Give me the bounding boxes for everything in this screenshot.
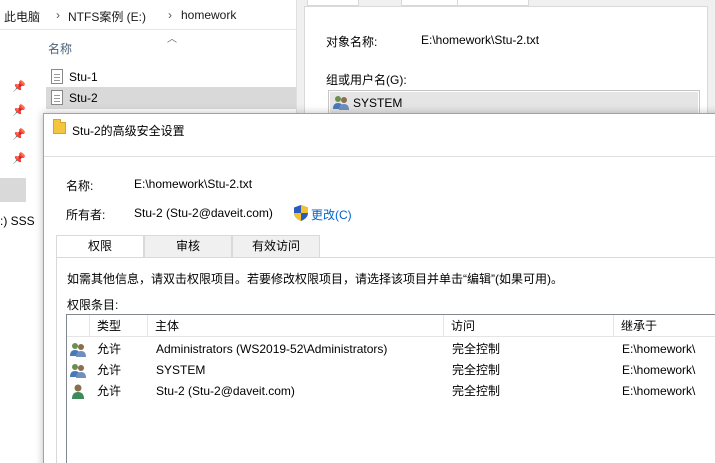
tab-permissions[interactable]: 权限 bbox=[56, 235, 144, 259]
change-link-label: 更改(C) bbox=[311, 208, 352, 222]
list-item-system[interactable]: SYSTEM bbox=[330, 92, 698, 113]
dialog-title: Stu-2的高级安全设置 bbox=[72, 124, 185, 138]
column-header-inherited-from[interactable]: 继承于 bbox=[614, 315, 715, 337]
pin-icon[interactable]: 📌 bbox=[12, 80, 26, 93]
file-row-stu-1[interactable]: Stu-1 bbox=[46, 66, 296, 88]
column-header-access[interactable]: 访问 bbox=[444, 315, 614, 337]
table-row[interactable]: 允许 Administrators (WS2019-52\Administrat… bbox=[67, 339, 715, 360]
entry-access: 完全控制 bbox=[452, 363, 501, 377]
entry-access: 完全控制 bbox=[452, 384, 501, 398]
pin-icon[interactable]: 📌 bbox=[12, 128, 26, 141]
user-name: SYSTEM bbox=[353, 96, 403, 110]
name-label: 名称: bbox=[66, 179, 94, 193]
breadcrumb-drive[interactable]: NTFS案例 (E:) bbox=[68, 8, 146, 25]
entry-type: 允许 bbox=[97, 384, 122, 398]
pin-icon[interactable]: 📌 bbox=[12, 104, 26, 117]
group-icon bbox=[70, 343, 86, 357]
advanced-security-dialog: Stu-2的高级安全设置 名称: E:\homework\Stu-2.txt 所… bbox=[43, 113, 715, 463]
dialog-titlebar[interactable]: Stu-2的高级安全设置 bbox=[44, 114, 715, 144]
column-header-name[interactable]: 名称 bbox=[48, 40, 72, 57]
entry-principal: Stu-2 (Stu-2@daveit.com) bbox=[156, 384, 295, 398]
info-text: 如需其他信息，请双击权限项目。若要修改权限项目，请选择该项目并单击“编辑”(如果… bbox=[67, 272, 563, 286]
chevron-right-icon: › bbox=[56, 8, 60, 22]
name-value: E:\homework\Stu-2.txt bbox=[134, 177, 253, 191]
file-row-stu-2[interactable]: Stu-2 bbox=[46, 87, 296, 109]
tab-effective-access[interactable]: 有效访问 bbox=[232, 235, 320, 258]
dialog-body: 名称: E:\homework\Stu-2.txt 所有者: Stu-2 (St… bbox=[44, 156, 715, 463]
breadcrumb: 此电脑 › NTFS案例 (E:) › homework bbox=[0, 0, 296, 30]
group-icon bbox=[70, 364, 86, 378]
text-file-icon bbox=[51, 90, 63, 105]
group-icon bbox=[333, 96, 349, 110]
table-row[interactable]: 允许 Stu-2 (Stu-2@daveit.com) 完全控制 E:\home… bbox=[67, 381, 715, 402]
permission-entries-list[interactable]: 类型 主体 访问 继承于 允许 Administrators (WS2019-5… bbox=[66, 314, 715, 463]
pin-icon[interactable]: 📌 bbox=[12, 152, 26, 165]
uac-shield-icon bbox=[294, 205, 308, 221]
text-file-icon bbox=[51, 69, 63, 84]
column-header-principal[interactable]: 主体 bbox=[148, 315, 444, 337]
tab-auditing[interactable]: 审核 bbox=[144, 235, 232, 258]
entry-inherited-from: E:\homework\ bbox=[622, 342, 696, 356]
sort-chevron-up-icon: ︿ bbox=[167, 34, 177, 45]
chevron-right-icon: › bbox=[168, 8, 172, 22]
nav-pane-item-partial[interactable]: :) SSS bbox=[0, 214, 35, 228]
file-name: Stu-1 bbox=[69, 70, 98, 84]
list-header: 类型 主体 访问 继承于 bbox=[67, 315, 715, 337]
folder-icon bbox=[53, 119, 66, 134]
nav-pane-selected-item[interactable] bbox=[0, 178, 26, 202]
entry-inherited-from: E:\homework\ bbox=[622, 384, 696, 398]
entry-type: 允许 bbox=[97, 342, 122, 356]
entry-principal: SYSTEM bbox=[156, 363, 206, 377]
owner-label: 所有者: bbox=[66, 208, 106, 222]
owner-value: Stu-2 (Stu-2@daveit.com) bbox=[134, 206, 273, 220]
table-row[interactable]: 允许 SYSTEM 完全控制 E:\homework\ bbox=[67, 360, 715, 381]
entry-type: 允许 bbox=[97, 363, 122, 377]
object-name-label: 对象名称: bbox=[326, 35, 378, 49]
column-header-type[interactable]: 类型 bbox=[90, 315, 148, 337]
user-icon bbox=[72, 384, 84, 399]
file-name: Stu-2 bbox=[69, 91, 98, 105]
breadcrumb-homework[interactable]: homework bbox=[181, 8, 236, 22]
breadcrumb-this-pc[interactable]: 此电脑 bbox=[4, 8, 40, 25]
column-header-icon[interactable] bbox=[67, 315, 90, 337]
entry-principal: Administrators (WS2019-52\Administrators… bbox=[156, 342, 388, 356]
group-or-user-names-label: 组或用户名(G): bbox=[326, 73, 407, 87]
permission-entries-label: 权限条目: bbox=[67, 298, 119, 312]
object-name-value: E:\homework\Stu-2.txt bbox=[421, 33, 540, 47]
tab-strip: 权限 审核 有效访问 bbox=[56, 235, 715, 259]
permissions-panel: 如需其他信息，请双击权限项目。若要修改权限项目，请选择该项目并单击“编辑”(如果… bbox=[56, 257, 715, 463]
entry-inherited-from: E:\homework\ bbox=[622, 363, 696, 377]
entry-access: 完全控制 bbox=[452, 342, 501, 356]
